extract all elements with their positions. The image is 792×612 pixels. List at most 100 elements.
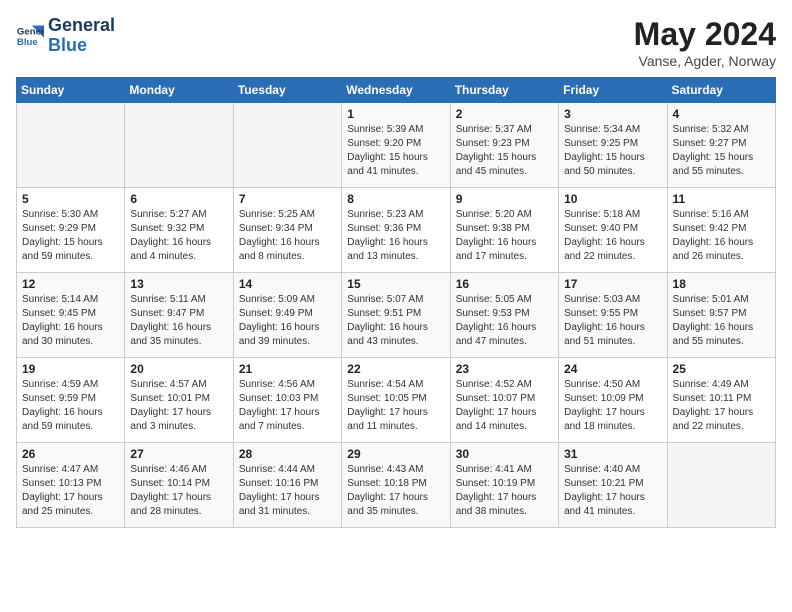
day-info: Sunrise: 4:41 AM Sunset: 10:19 PM Daylig… (456, 463, 553, 519)
day-info: Sunrise: 5:39 AM Sunset: 9:20 PM Dayligh… (347, 123, 444, 179)
weekday-header: Sunday (17, 78, 125, 103)
weekday-header: Friday (559, 78, 667, 103)
day-info: Sunrise: 4:47 AM Sunset: 10:13 PM Daylig… (22, 463, 119, 519)
day-info: Sunrise: 4:59 AM Sunset: 9:59 PM Dayligh… (22, 378, 119, 434)
calendar-cell: 15 Sunrise: 5:07 AM Sunset: 9:51 PM Dayli… (342, 273, 450, 358)
day-info: Sunrise: 4:56 AM Sunset: 10:03 PM Daylig… (239, 378, 336, 434)
weekday-header: Monday (125, 78, 233, 103)
day-info: Sunrise: 5:05 AM Sunset: 9:53 PM Dayligh… (456, 293, 553, 349)
day-info: Sunrise: 4:50 AM Sunset: 10:09 PM Daylig… (564, 378, 661, 434)
day-number: 10 (564, 192, 661, 206)
page-header: General Blue General Blue May 2024 Vanse… (16, 16, 776, 69)
weekday-header: Thursday (450, 78, 558, 103)
calendar-table: SundayMondayTuesdayWednesdayThursdayFrid… (16, 77, 776, 528)
day-number: 11 (673, 192, 770, 206)
calendar-cell: 27 Sunrise: 4:46 AM Sunset: 10:14 PM Dayl… (125, 443, 233, 528)
calendar-week-row: 26 Sunrise: 4:47 AM Sunset: 10:13 PM Dayl… (17, 443, 776, 528)
day-number: 15 (347, 277, 444, 291)
day-number: 30 (456, 447, 553, 461)
calendar-cell (125, 103, 233, 188)
calendar-cell (17, 103, 125, 188)
calendar-cell: 10Sunrise: 5:18 AM Sunset: 9:40 PM Dayli… (559, 188, 667, 273)
calendar-cell: 8 Sunrise: 5:23 AM Sunset: 9:36 PM Daylig… (342, 188, 450, 273)
day-info: Sunrise: 5:11 AM Sunset: 9:47 PM Dayligh… (130, 293, 227, 349)
calendar-cell: 31 Sunrise: 4:40 AM Sunset: 10:21 PM Dayl… (559, 443, 667, 528)
day-number: 22 (347, 362, 444, 376)
day-number: 24 (564, 362, 661, 376)
calendar-cell: 4 Sunrise: 5:32 AM Sunset: 9:27 PM Daylig… (667, 103, 775, 188)
day-info: Sunrise: 5:07 AM Sunset: 9:51 PM Dayligh… (347, 293, 444, 349)
day-info: Sunrise: 4:49 AM Sunset: 10:11 PM Daylig… (673, 378, 770, 434)
day-number: 13 (130, 277, 227, 291)
day-number: 27 (130, 447, 227, 461)
day-number: 28 (239, 447, 336, 461)
day-number: 5 (22, 192, 119, 206)
weekday-header: Wednesday (342, 78, 450, 103)
calendar-cell: 28Sunrise: 4:44 AM Sunset: 10:16 PM Dayl… (233, 443, 341, 528)
day-number: 8 (347, 192, 444, 206)
day-info: Sunrise: 5:16 AM Sunset: 9:42 PM Dayligh… (673, 208, 770, 264)
calendar-cell: 7 Sunrise: 5:25 AM Sunset: 9:34 PM Daylig… (233, 188, 341, 273)
day-info: Sunrise: 5:20 AM Sunset: 9:38 PM Dayligh… (456, 208, 553, 264)
day-info: Sunrise: 4:40 AM Sunset: 10:21 PM Daylig… (564, 463, 661, 519)
calendar-cell: 3Sunrise: 5:34 AM Sunset: 9:25 PM Daylig… (559, 103, 667, 188)
calendar-cell: 20Sunrise: 4:57 AM Sunset: 10:01 PM Dayl… (125, 358, 233, 443)
day-info: Sunrise: 5:25 AM Sunset: 9:34 PM Dayligh… (239, 208, 336, 264)
calendar-cell: 25Sunrise: 4:49 AM Sunset: 10:11 PM Dayl… (667, 358, 775, 443)
logo-text: General Blue (48, 16, 115, 56)
day-number: 16 (456, 277, 553, 291)
day-number: 23 (456, 362, 553, 376)
title-block: May 2024 Vanse, Agder, Norway (634, 16, 776, 69)
day-info: Sunrise: 4:54 AM Sunset: 10:05 PM Daylig… (347, 378, 444, 434)
day-info: Sunrise: 5:03 AM Sunset: 9:55 PM Dayligh… (564, 293, 661, 349)
day-number: 12 (22, 277, 119, 291)
calendar-cell: 9Sunrise: 5:20 AM Sunset: 9:38 PM Daylig… (450, 188, 558, 273)
calendar-cell: 23 Sunrise: 4:52 AM Sunset: 10:07 PM Dayl… (450, 358, 558, 443)
calendar-cell: 17 Sunrise: 5:03 AM Sunset: 9:55 PM Dayli… (559, 273, 667, 358)
calendar-cell: 29 Sunrise: 4:43 AM Sunset: 10:18 PM Dayl… (342, 443, 450, 528)
day-number: 1 (347, 107, 444, 121)
weekday-header: Saturday (667, 78, 775, 103)
calendar-cell: 1 Sunrise: 5:39 AM Sunset: 9:20 PM Daylig… (342, 103, 450, 188)
day-info: Sunrise: 5:32 AM Sunset: 9:27 PM Dayligh… (673, 123, 770, 179)
day-number: 17 (564, 277, 661, 291)
day-info: Sunrise: 4:57 AM Sunset: 10:01 PM Daylig… (130, 378, 227, 434)
calendar-cell: 13 Sunrise: 5:11 AM Sunset: 9:47 PM Dayli… (125, 273, 233, 358)
day-number: 4 (673, 107, 770, 121)
day-number: 26 (22, 447, 119, 461)
day-number: 31 (564, 447, 661, 461)
svg-text:Blue: Blue (17, 37, 38, 48)
calendar-week-row: 1 Sunrise: 5:39 AM Sunset: 9:20 PM Daylig… (17, 103, 776, 188)
day-number: 14 (239, 277, 336, 291)
day-info: Sunrise: 4:43 AM Sunset: 10:18 PM Daylig… (347, 463, 444, 519)
day-info: Sunrise: 5:09 AM Sunset: 9:49 PM Dayligh… (239, 293, 336, 349)
day-info: Sunrise: 5:34 AM Sunset: 9:25 PM Dayligh… (564, 123, 661, 179)
day-info: Sunrise: 5:23 AM Sunset: 9:36 PM Dayligh… (347, 208, 444, 264)
day-info: Sunrise: 4:46 AM Sunset: 10:14 PM Daylig… (130, 463, 227, 519)
calendar-cell: 12 Sunrise: 5:14 AM Sunset: 9:45 PM Dayli… (17, 273, 125, 358)
weekday-header-row: SundayMondayTuesdayWednesdayThursdayFrid… (17, 78, 776, 103)
calendar-cell: 21 Sunrise: 4:56 AM Sunset: 10:03 PM Dayl… (233, 358, 341, 443)
calendar-cell: 26 Sunrise: 4:47 AM Sunset: 10:13 PM Dayl… (17, 443, 125, 528)
logo-icon: General Blue (16, 22, 44, 50)
day-number: 6 (130, 192, 227, 206)
calendar-week-row: 5Sunrise: 5:30 AM Sunset: 9:29 PM Daylig… (17, 188, 776, 273)
day-number: 21 (239, 362, 336, 376)
calendar-cell: 22 Sunrise: 4:54 AM Sunset: 10:05 PM Dayl… (342, 358, 450, 443)
day-info: Sunrise: 5:14 AM Sunset: 9:45 PM Dayligh… (22, 293, 119, 349)
day-info: Sunrise: 5:01 AM Sunset: 9:57 PM Dayligh… (673, 293, 770, 349)
day-info: Sunrise: 5:37 AM Sunset: 9:23 PM Dayligh… (456, 123, 553, 179)
calendar-cell: 5Sunrise: 5:30 AM Sunset: 9:29 PM Daylig… (17, 188, 125, 273)
calendar-cell: 30 Sunrise: 4:41 AM Sunset: 10:19 PM Dayl… (450, 443, 558, 528)
calendar-week-row: 19Sunrise: 4:59 AM Sunset: 9:59 PM Dayli… (17, 358, 776, 443)
day-number: 29 (347, 447, 444, 461)
day-info: Sunrise: 4:52 AM Sunset: 10:07 PM Daylig… (456, 378, 553, 434)
svg-text:General: General (17, 26, 44, 37)
calendar-cell: 19Sunrise: 4:59 AM Sunset: 9:59 PM Dayli… (17, 358, 125, 443)
calendar-cell: 6Sunrise: 5:27 AM Sunset: 9:32 PM Daylig… (125, 188, 233, 273)
calendar-cell (233, 103, 341, 188)
month-title: May 2024 (634, 16, 776, 53)
day-number: 7 (239, 192, 336, 206)
calendar-cell (667, 443, 775, 528)
day-number: 18 (673, 277, 770, 291)
